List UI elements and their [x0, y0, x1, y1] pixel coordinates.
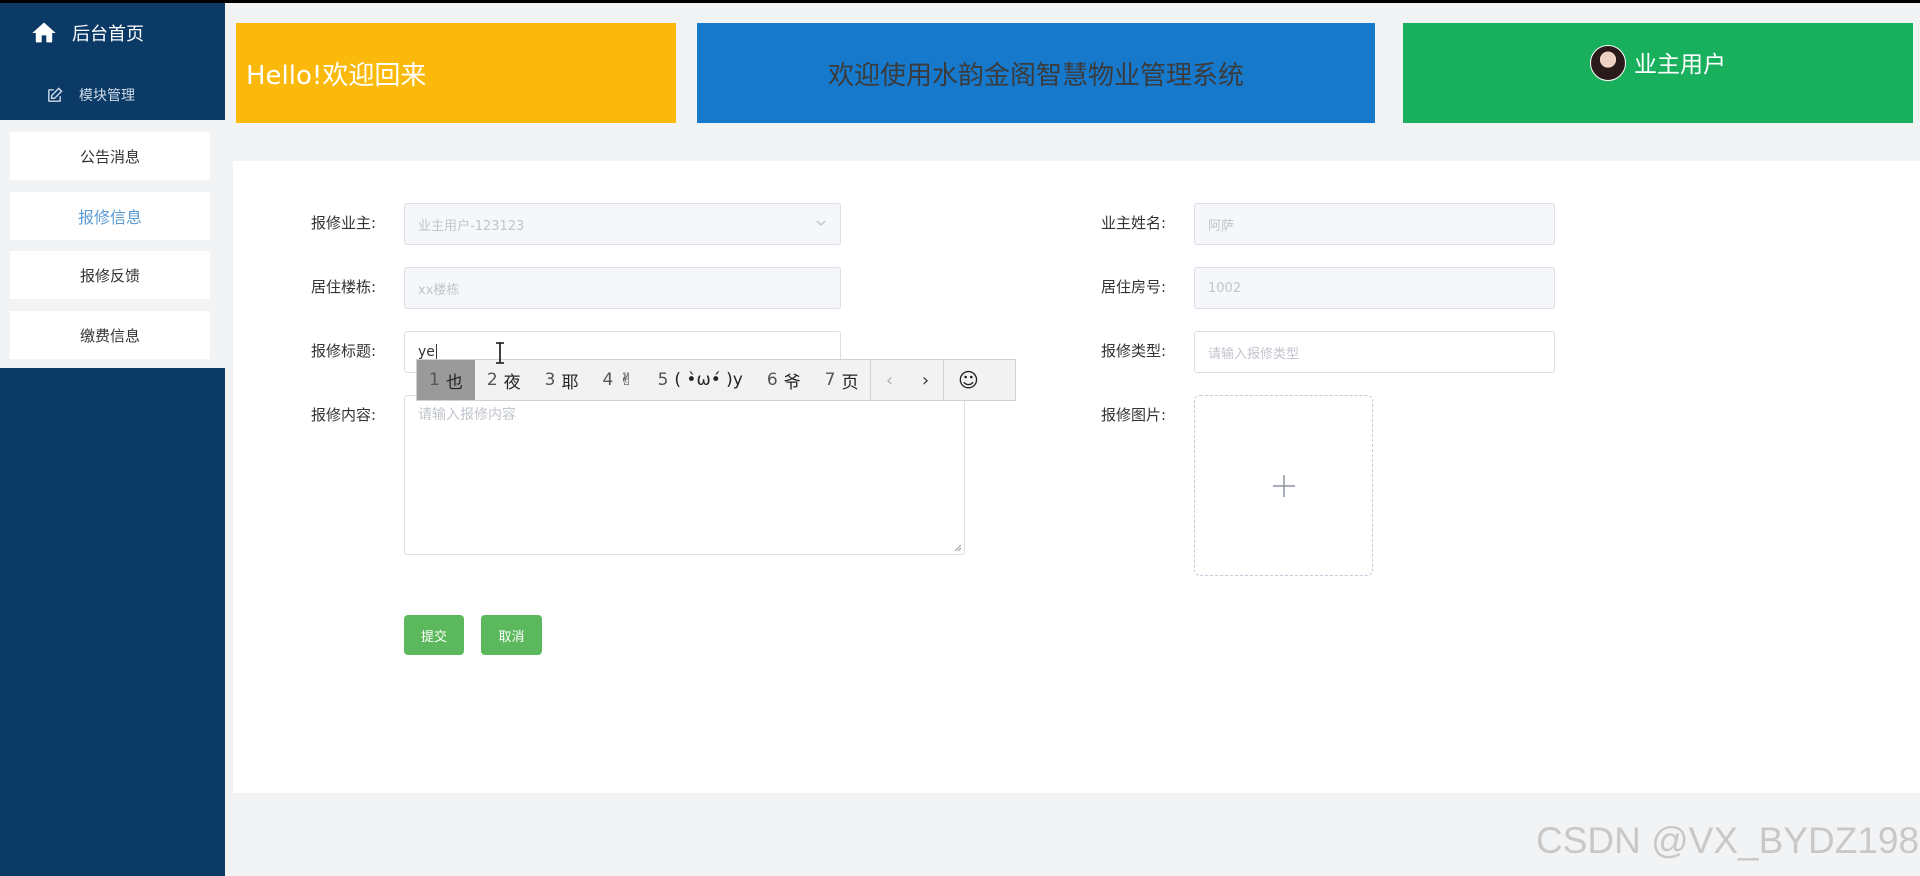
content-label: 报修内容:	[311, 406, 377, 424]
building-label: 居住楼栋:	[311, 278, 377, 296]
type-field[interactable]: 请输入报修类型	[1194, 331, 1555, 373]
image-upload[interactable]	[1194, 395, 1373, 576]
plus-icon	[1272, 474, 1295, 497]
owner-label: 报修业主:	[311, 214, 377, 232]
emoji-icon[interactable]: ☺	[944, 360, 992, 400]
hello-text: Hello!欢迎回来	[246, 60, 427, 91]
image-label: 报修图片:	[1101, 406, 1167, 424]
main-area: Hello!欢迎回来 欢迎使用水韵金阁智慧物业管理系统 业主用户 报修业主: 业…	[225, 3, 1920, 876]
text-caret	[435, 344, 437, 360]
ime-candidate-bar: 1也 2夜 3耶 4 ✌ 5( •̀ω•́ )y 6爷 7页 ‹ › ☺	[416, 359, 1016, 401]
sidebar-home-link[interactable]: 后台首页	[0, 3, 225, 63]
sidebar-item-payment-info[interactable]: 缴费信息	[10, 311, 210, 359]
welcome-text: 欢迎使用水韵金阁智慧物业管理系统	[827, 60, 1244, 91]
sidebar-submenu: 公告消息 报修信息 报修反馈 缴费信息	[0, 120, 225, 368]
room-label: 居住房号:	[1101, 278, 1167, 296]
ime-prev-icon[interactable]: ‹	[871, 360, 907, 400]
room-placeholder: 1002	[1208, 280, 1242, 296]
submit-button[interactable]: 提交	[404, 615, 464, 655]
user-name: 业主用户	[1634, 52, 1726, 78]
ime-candidate[interactable]: 7页	[813, 360, 871, 400]
hello-card: Hello!欢迎回来	[236, 23, 676, 123]
sidebar: 后台首页 模块管理 公告消息 报修信息 报修反馈 缴费信息	[0, 3, 225, 876]
sidebar-home-label: 后台首页	[72, 24, 144, 45]
sidebar-module-label: 模块管理	[79, 88, 135, 104]
name-value: 阿萨	[1208, 218, 1235, 234]
edit-icon	[48, 86, 63, 102]
room-field[interactable]: 1002	[1194, 267, 1555, 309]
sidebar-item-repair-info[interactable]: 报修信息	[10, 192, 210, 240]
owner-select[interactable]: 业主用户-123123	[404, 203, 841, 245]
ime-next-icon[interactable]: ›	[907, 360, 943, 400]
cancel-button[interactable]: 取消	[481, 615, 542, 655]
name-field[interactable]: 阿萨	[1194, 203, 1555, 245]
ime-candidate[interactable]: 2夜	[475, 360, 533, 400]
sidebar-item-repair-feedback[interactable]: 报修反馈	[10, 251, 210, 299]
content-placeholder: 请输入报修内容	[418, 407, 516, 423]
sidebar-item-announcements[interactable]: 公告消息	[10, 132, 210, 180]
user-card[interactable]: 业主用户	[1403, 23, 1913, 123]
title-label: 报修标题:	[311, 342, 377, 360]
owner-value: 业主用户-123123	[418, 218, 525, 234]
watermark: CSDN @VX_BYDZ1988	[1536, 820, 1920, 861]
type-label: 报修类型:	[1101, 342, 1167, 360]
resize-handle-icon[interactable]	[954, 544, 962, 552]
content-textarea[interactable]: 请输入报修内容	[404, 395, 965, 555]
ime-candidate[interactable]: 4 ✌	[590, 360, 645, 400]
building-field[interactable]: xx楼栋	[404, 267, 841, 309]
type-placeholder: 请输入报修类型	[1208, 346, 1300, 362]
building-placeholder: xx楼栋	[418, 282, 460, 298]
avatar	[1590, 45, 1626, 81]
ime-candidate[interactable]: 1也	[417, 360, 475, 400]
text-cursor-icon	[496, 342, 504, 364]
ime-candidate[interactable]: 3耶	[533, 360, 591, 400]
chevron-down-icon	[816, 220, 826, 227]
form-panel: 报修业主: 业主用户-123123 业主姓名: 阿萨 居住楼栋: xx楼栋 居住…	[233, 161, 1920, 793]
home-icon	[32, 22, 56, 43]
sidebar-module-management[interactable]: 模块管理	[0, 75, 225, 115]
welcome-card: 欢迎使用水韵金阁智慧物业管理系统	[697, 23, 1375, 123]
ime-candidate[interactable]: 6爷	[755, 360, 813, 400]
name-label: 业主姓名:	[1101, 214, 1167, 232]
title-value: ye	[418, 344, 435, 360]
ime-candidate[interactable]: 5( •̀ω•́ )y	[646, 360, 755, 400]
